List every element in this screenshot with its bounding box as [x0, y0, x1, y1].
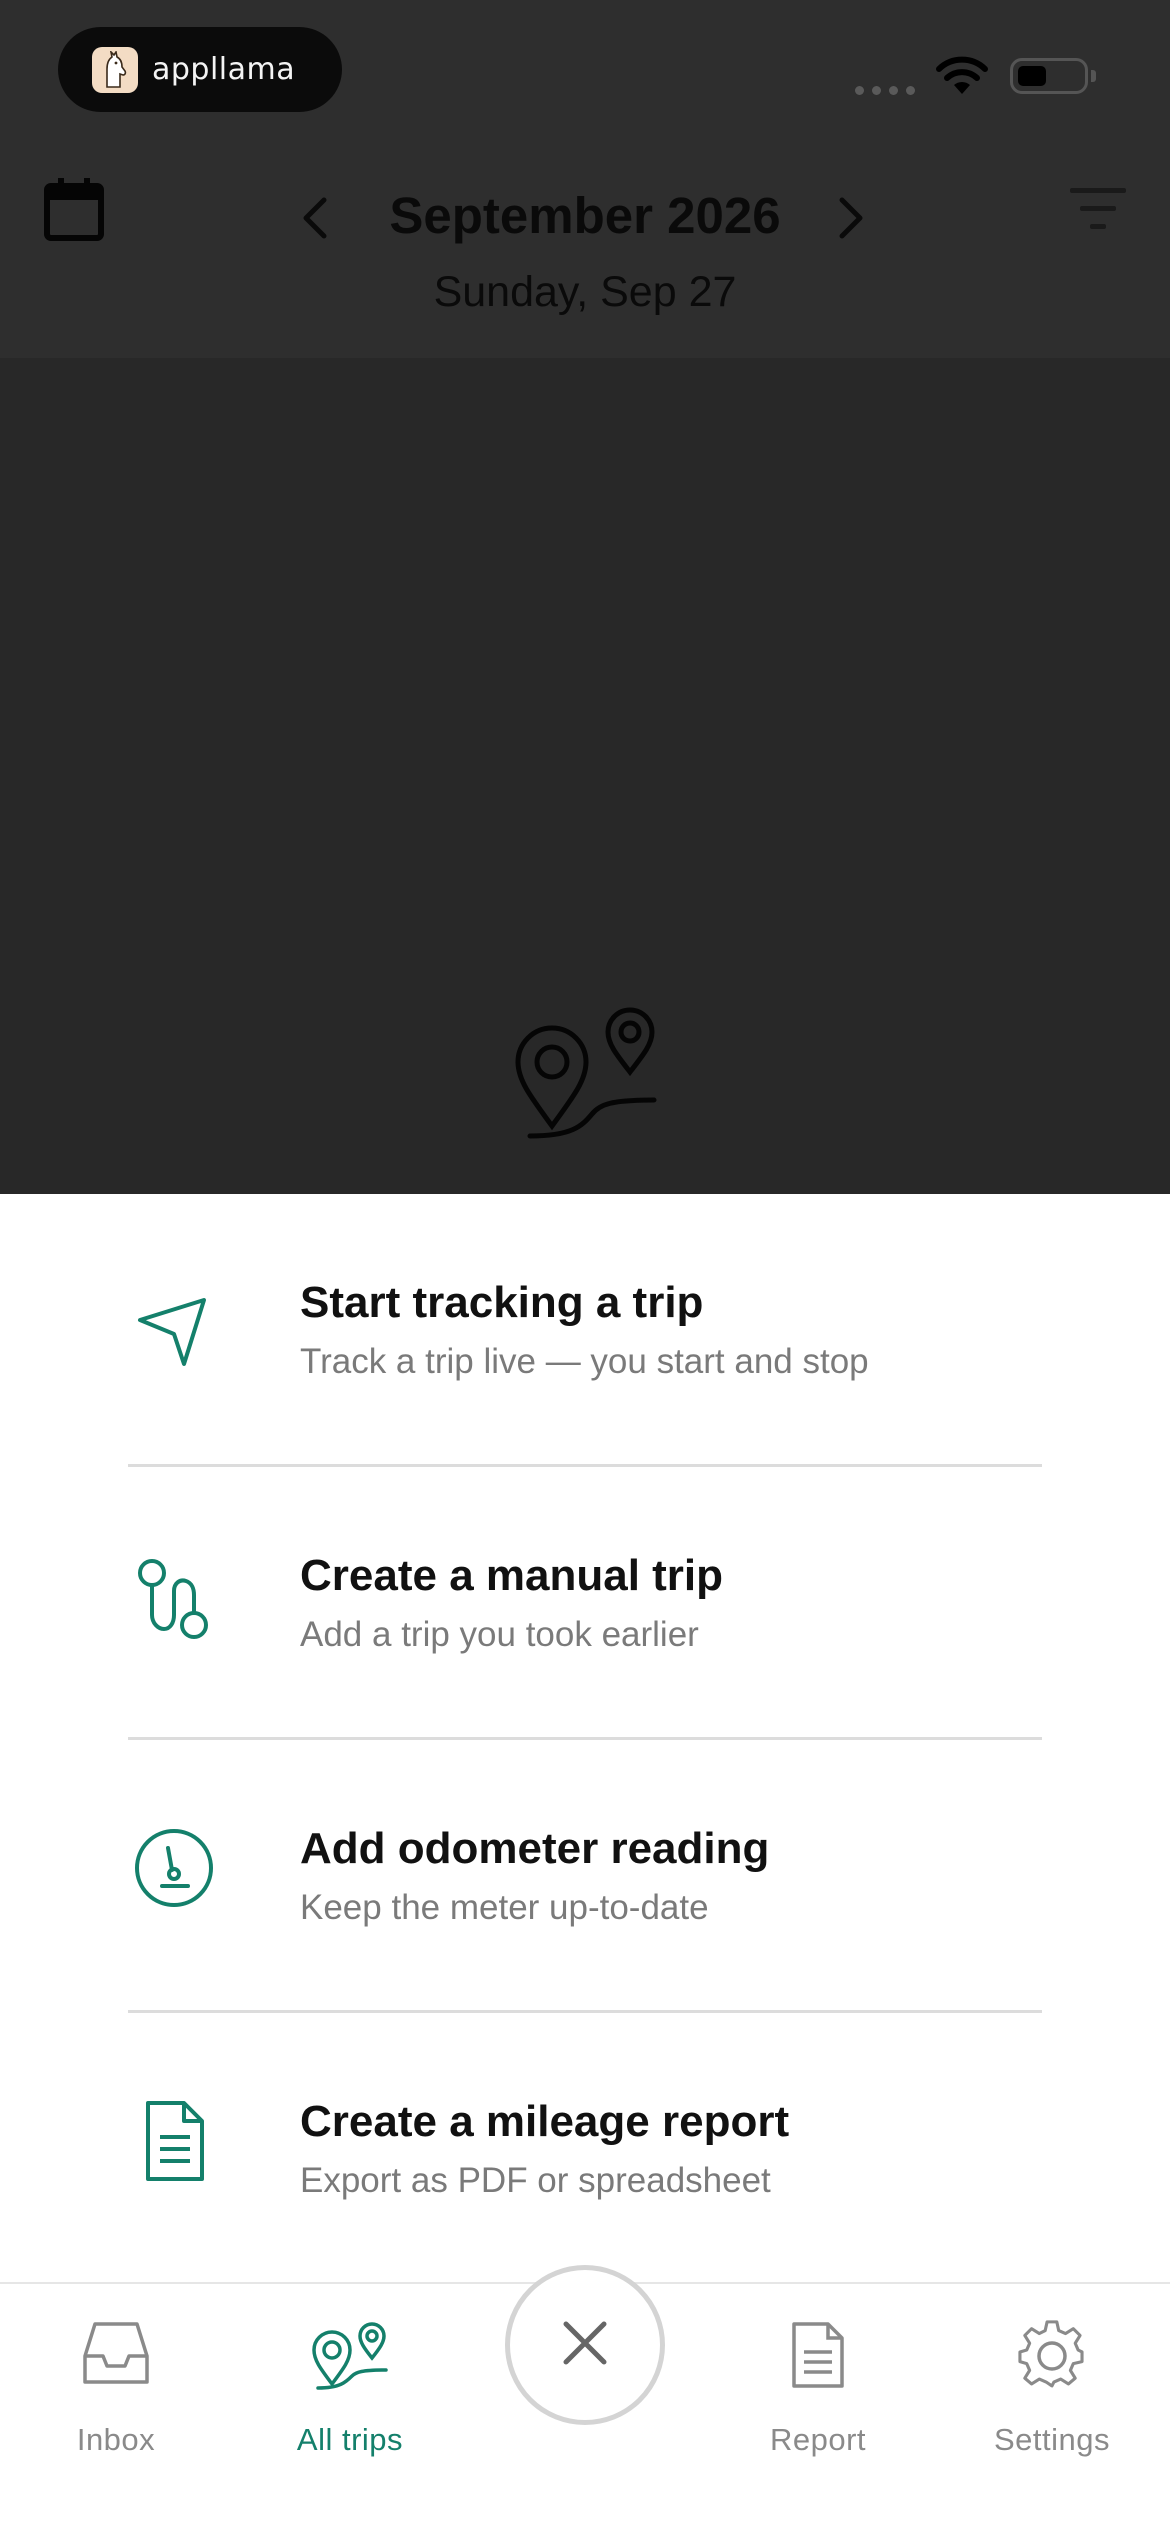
- month-title: September 2026: [389, 187, 781, 244]
- tab-label: Settings: [993, 2422, 1110, 2457]
- navigation-arrow-icon: [132, 1290, 216, 1374]
- document-icon: [132, 2099, 216, 2183]
- add-action-sheet: Start tracking a trip Track a trip live …: [0, 1194, 1170, 2284]
- background-app-overlay[interactable]: appllama September 2026 Sunday, Sep 27: [0, 0, 1170, 1194]
- pill-brand-text: appllama: [152, 52, 296, 87]
- action-subtitle: Add a trip you took earlier: [300, 1615, 699, 1654]
- create-mileage-report-action[interactable]: Create a mileage report Export as PDF or…: [0, 2013, 1170, 2286]
- action-title: Create a mileage report: [300, 2097, 790, 2146]
- action-subtitle: Export as PDF or spreadsheet: [300, 2161, 771, 2200]
- wifi-icon: [935, 56, 989, 100]
- tab-settings[interactable]: Settings: [952, 2306, 1152, 2466]
- action-title: Create a manual trip: [300, 1551, 724, 1600]
- route-icon: [132, 1557, 216, 1641]
- inbox-tray-icon: [81, 2320, 151, 2390]
- filter-icon[interactable]: [1066, 186, 1130, 236]
- report-document-icon: [790, 2320, 846, 2394]
- battery-tip: [1091, 70, 1096, 82]
- tab-label: Inbox: [76, 2422, 156, 2457]
- llama-logo-icon: [92, 46, 138, 93]
- tab-label: Report: [769, 2422, 867, 2457]
- close-sheet-button[interactable]: [505, 2265, 665, 2425]
- map-pins-icon: [310, 2320, 390, 2394]
- close-icon: [560, 2318, 610, 2372]
- start-tracking-trip-action[interactable]: Start tracking a trip Track a trip live …: [0, 1194, 1170, 1467]
- action-title: Start tracking a trip: [300, 1278, 704, 1327]
- calendar-icon[interactable]: [44, 178, 104, 246]
- action-title: Add odometer reading: [300, 1824, 770, 1873]
- next-month-chevron-icon[interactable]: [836, 196, 866, 244]
- tab-report[interactable]: Report: [718, 2306, 918, 2466]
- appllama-pill: appllama: [58, 27, 342, 112]
- map-pins-illustration-icon: [512, 996, 662, 1144]
- day-subtitle: Sunday, Sep 27: [433, 268, 737, 316]
- gear-icon: [1017, 2320, 1087, 2394]
- create-manual-trip-action[interactable]: Create a manual trip Add a trip you took…: [0, 1467, 1170, 1740]
- tab-label: All trips: [296, 2422, 404, 2457]
- battery-icon: [1010, 58, 1088, 94]
- tab-inbox[interactable]: Inbox: [16, 2306, 216, 2466]
- action-subtitle: Track a trip live — you start and stop: [300, 1342, 869, 1381]
- previous-month-chevron-icon[interactable]: [300, 196, 330, 244]
- tab-all-trips[interactable]: All trips: [250, 2306, 450, 2466]
- add-odometer-reading-action[interactable]: Add odometer reading Keep the meter up-t…: [0, 1740, 1170, 2013]
- odometer-icon: [132, 1826, 216, 1910]
- cellular-signal-icon: [855, 86, 915, 95]
- action-subtitle: Keep the meter up-to-date: [300, 1888, 709, 1927]
